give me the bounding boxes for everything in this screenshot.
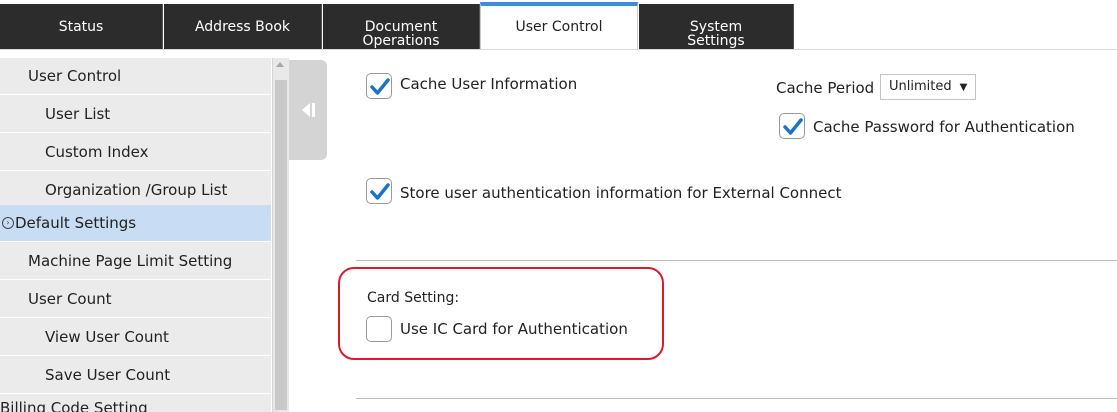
checkmark-icon — [370, 78, 390, 95]
cache-user-information-label: Cache User Information — [400, 75, 578, 93]
sidebar-item-user-count[interactable]: User Count — [0, 281, 271, 318]
tab-system-settings-line1: System — [689, 19, 743, 35]
collapse-bar-icon — [312, 103, 315, 117]
tab-address-book[interactable]: Address Book — [164, 4, 322, 50]
use-ic-card-checkbox[interactable] — [366, 316, 392, 342]
store-auth-info-checkbox[interactable] — [366, 178, 392, 204]
section-divider — [356, 398, 1117, 399]
sidebar-item-user-control[interactable]: User Control — [0, 58, 271, 95]
sidebar-item-machine-page-limit-setting[interactable]: Machine Page Limit Setting — [0, 243, 271, 280]
sidebar-item-view-user-count[interactable]: View User Count — [0, 319, 271, 356]
sidebar-item-organization-group-list[interactable]: Organization /Group List — [0, 172, 271, 209]
tab-system-settings[interactable]: System Settings — [639, 4, 794, 50]
tab-document-operations[interactable]: Document Operations — [323, 4, 480, 50]
tab-address-book-label: Address Book — [194, 19, 291, 35]
sidebar-item-save-user-count[interactable]: Save User Count — [0, 357, 271, 394]
cache-password-label: Cache Password for Authentication — [813, 118, 1075, 136]
scroll-up-arrow-icon[interactable] — [276, 62, 284, 67]
sidebar-item-label: User Count — [28, 290, 112, 308]
dropdown-arrow-icon: ▼ — [959, 82, 968, 93]
sidebar-item-label: Default Settings — [15, 214, 137, 232]
sidebar-item-label: User Control — [28, 67, 122, 85]
use-ic-card-label: Use IC Card for Authentication — [400, 320, 628, 338]
tab-system-settings-line2: Settings — [687, 33, 745, 49]
sidebar-item-custom-index[interactable]: Custom Index — [0, 134, 271, 171]
tab-document-operations-line2: Operations — [362, 33, 440, 49]
main-content: Cache User Information Cache Period Unli… — [330, 50, 1117, 412]
sidebar-item-label: Billing Code Setting — [0, 399, 148, 412]
sidebar-item-label: Save User Count — [45, 366, 171, 384]
checkmark-icon — [783, 118, 803, 135]
top-tab-bar: Status Address Book Document Operations … — [0, 0, 1117, 50]
section-divider — [356, 260, 1117, 261]
sidebar-item-label: User List — [45, 105, 111, 123]
sidebar-item-label: Machine Page Limit Setting — [28, 252, 233, 270]
cache-period-select[interactable]: Unlimited ▼ — [880, 74, 977, 100]
sidebar-item-label: Custom Index — [45, 143, 149, 161]
sidebar-item-label: Organization /Group List — [45, 181, 228, 199]
tab-status[interactable]: Status — [0, 4, 163, 50]
cache-period-value: Unlimited — [889, 79, 952, 94]
sidebar-item-default-settings[interactable]: › Default Settings — [0, 205, 271, 242]
cache-user-information-checkbox[interactable] — [366, 73, 392, 99]
tab-user-control[interactable]: User Control — [480, 2, 638, 50]
collapse-arrow-icon — [302, 103, 310, 117]
sidebar-item-label: View User Count — [45, 328, 169, 346]
tab-user-control-label: User Control — [515, 19, 603, 35]
tab-document-operations-line1: Document — [364, 19, 438, 35]
sidebar-scrollbar[interactable] — [272, 58, 289, 412]
highlight-annotation — [338, 267, 664, 360]
circle-chevron-right-icon: › — [2, 217, 14, 229]
scroll-thumb[interactable] — [275, 80, 287, 410]
collapse-sidebar-button[interactable] — [289, 60, 327, 160]
sidebar-item-user-list[interactable]: User List — [0, 96, 271, 133]
card-setting-heading: Card Setting: — [367, 290, 460, 306]
sidebar-item-billing-code-setting[interactable]: Billing Code Setting — [0, 390, 271, 412]
tab-status-label: Status — [58, 19, 104, 35]
checkmark-icon — [370, 183, 390, 200]
sidebar: User Control User List Custom Index Orga… — [0, 58, 271, 412]
cache-period-label: Cache Period — [776, 79, 875, 97]
store-auth-info-label: Store user authentication information fo… — [400, 184, 842, 202]
cache-password-checkbox[interactable] — [779, 113, 805, 139]
